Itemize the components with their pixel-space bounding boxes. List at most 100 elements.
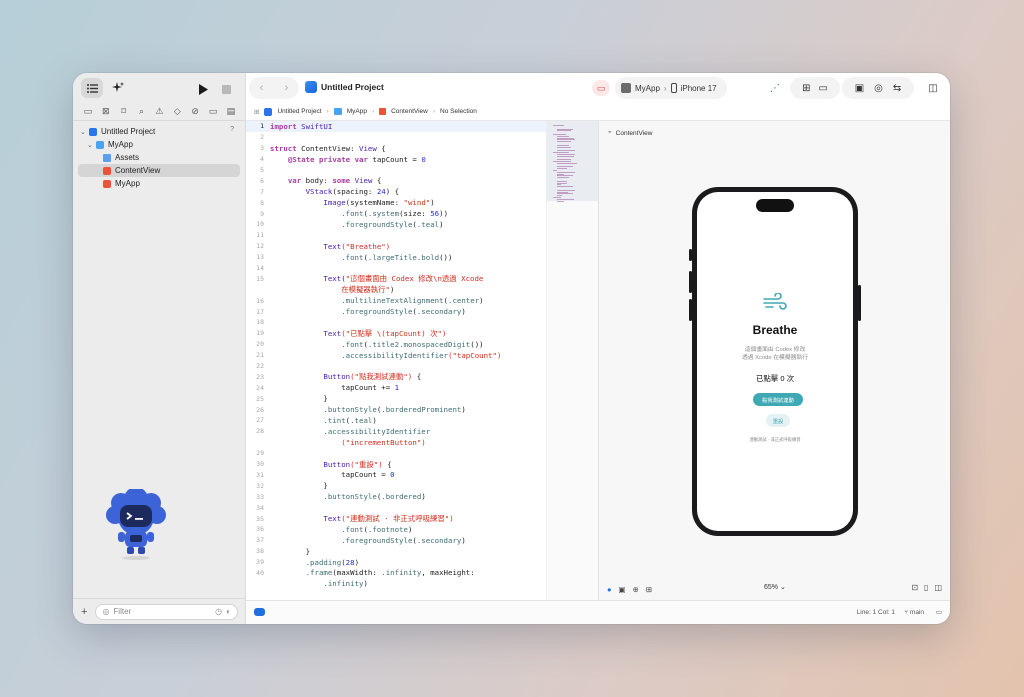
code-line[interactable]: 30 Button("重設") { (246, 459, 546, 470)
code-line[interactable]: 25 } (246, 393, 546, 404)
add-icon[interactable]: + (81, 606, 87, 618)
tree-item-project[interactable]: ⌄ Untitled Project ? (78, 125, 240, 138)
debug-icon[interactable]: ⊘ (189, 106, 201, 118)
zoom-fit-icon[interactable]: ⊡ (911, 583, 918, 592)
code-line[interactable]: 32 } (246, 480, 546, 491)
code-line[interactable]: 6 var body: some View { (246, 175, 546, 186)
tree-item-myapp-folder[interactable]: ⌄ MyApp (78, 138, 240, 151)
inspector-layout-button[interactable]: ▭ (818, 83, 827, 94)
code-line[interactable]: 24 tapCount += 1 (246, 382, 546, 393)
run-button[interactable] (194, 80, 212, 98)
code-line[interactable]: 18 (246, 317, 546, 328)
code-line[interactable]: 29 (246, 448, 546, 459)
graph-button[interactable]: ⋰ (764, 77, 786, 99)
tree-item-contentview[interactable]: ContentView (78, 164, 240, 177)
breakpoint-icon[interactable]: ▭ (207, 106, 219, 118)
tree-item-myapp-file[interactable]: MyApp (78, 177, 240, 190)
code-line[interactable]: 1 import SwiftUI (246, 121, 546, 132)
code-line[interactable]: 31 tapCount = 0 (246, 470, 546, 481)
code-line[interactable]: 19 Text("已點擊 \(tapCount) 次") (246, 328, 546, 339)
code-line[interactable]: 10 .foregroundStyle(.teal) (246, 219, 546, 230)
code-line[interactable]: 36 .font(.footnote) (246, 524, 546, 535)
code-line[interactable]: 34 (246, 502, 546, 513)
code-line[interactable]: 在模擬器執行") (246, 284, 546, 295)
scheme-selector[interactable]: MyApp › iPhone 17 (615, 77, 727, 99)
grid-icon[interactable]: ⊞ (646, 585, 652, 594)
canvas-button[interactable]: ▣ (855, 83, 864, 94)
zoom-level[interactable]: 65% ⌄ (764, 583, 786, 591)
source-editor[interactable]: 1 import SwiftUI 2 3 struct ContentView: Vie… (246, 121, 546, 600)
app-subtitle-line: 透過 Xcode 在模擬器執行 (741, 355, 809, 361)
device-settings-icon[interactable]: ◫ (934, 583, 942, 592)
code-line[interactable]: 3 struct ContentView: View { (246, 143, 546, 154)
back-button[interactable]: ‹ (260, 82, 264, 94)
code-line[interactable]: 26 .buttonStyle(.borderedProminent) (246, 404, 546, 415)
debug-area-toggle-icon[interactable] (254, 608, 265, 616)
jumpbar-item[interactable]: ContentView (391, 108, 428, 115)
forward-button[interactable]: › (285, 82, 289, 94)
code-line[interactable]: 2 (246, 132, 546, 143)
code-line[interactable]: .infinity) (246, 578, 546, 589)
code-line[interactable]: 39 .padding(28) (246, 557, 546, 568)
issue-warning-icon[interactable]: ⚠ (153, 106, 165, 118)
code-line[interactable]: 7 VStack(spacing: 24) { (246, 186, 546, 197)
panel-toggle-icon[interactable]: ▭ (936, 608, 942, 616)
code-line[interactable]: 40 .frame(maxWidth: .infinity, maxHeight… (246, 568, 546, 579)
jumpbar-item[interactable]: No Selection (440, 108, 477, 115)
report-icon[interactable]: ▤ (225, 106, 237, 118)
pin-icon[interactable]: ⌖ (608, 129, 612, 137)
source-control-icon[interactable]: ⊠ (100, 106, 112, 118)
variants-icon[interactable]: ⊕ (633, 585, 639, 594)
code-line[interactable]: 8 Image(systemName: "wind") (246, 197, 546, 208)
jumpbar-item[interactable]: Untitled Project (277, 108, 321, 115)
selectable-icon[interactable]: ▣ (619, 585, 626, 594)
code-line[interactable]: 11 (246, 230, 546, 241)
device-icon[interactable]: ▯ (924, 583, 928, 592)
code-line[interactable]: 12 Text("Breathe") (246, 241, 546, 252)
stop-button[interactable] (217, 80, 235, 98)
code-line[interactable]: 13 .font(.largeTitle.bold()) (246, 252, 546, 263)
code-line[interactable]: 14 (246, 263, 546, 274)
branch-label[interactable]: ⑂ main (904, 609, 924, 616)
chat-bubble-button[interactable]: ▭ (592, 80, 610, 96)
reset-button[interactable]: 重設 (766, 414, 790, 427)
code-line[interactable]: 21 .accessibilityIdentifier("tapCount") (246, 350, 546, 361)
live-preview-icon[interactable]: ● (607, 585, 612, 594)
grid-icon[interactable]: ⊞ (254, 108, 259, 116)
code-line[interactable]: 35 Text("連動測試 · 非正式呼吸練習") (246, 513, 546, 524)
code-line[interactable]: 33 .buttonStyle(.bordered) (246, 491, 546, 502)
code-line[interactable]: 28 .accessibilityIdentifier (246, 426, 546, 437)
code-line[interactable]: 37 .foregroundStyle(.secondary) (246, 535, 546, 546)
recent-files-icon[interactable]: ◷ (215, 607, 222, 616)
increment-button[interactable]: 點我測試連動 (753, 393, 803, 406)
find-icon[interactable]: ⌕ (136, 106, 148, 118)
code-line[interactable]: 4 @State private var tapCount = 0 (246, 154, 546, 165)
code-line[interactable]: ("incrementButton") (246, 437, 546, 448)
chevron-down-icon[interactable]: ⌄ (80, 128, 89, 136)
code-line[interactable]: 17 .foregroundStyle(.secondary) (246, 306, 546, 317)
code-line[interactable]: 5 (246, 165, 546, 176)
code-line[interactable]: 22 (246, 361, 546, 372)
jumpbar-item[interactable]: MyApp (347, 108, 367, 115)
minimap[interactable] (546, 121, 599, 600)
inspector-toggle-button[interactable]: ◫ (922, 77, 944, 99)
code-line[interactable]: 38 } (246, 546, 546, 557)
chevron-down-icon[interactable]: ⌄ (87, 141, 96, 149)
split-editor-icon[interactable]: ◎ (874, 83, 883, 94)
source-control-filter-icon[interactable]: ◐ (226, 607, 231, 616)
filter-field[interactable]: ◎ Filter ◷ ◐ (95, 603, 238, 620)
code-line[interactable]: 15 Text("這個畫面由 Codex 修改\n透過 Xcode (246, 273, 546, 284)
test-diamond-icon[interactable]: ◇ (171, 106, 183, 118)
navigator-toggle-button[interactable] (81, 78, 103, 98)
folder-icon[interactable]: ▭ (82, 106, 94, 118)
swap-icon[interactable]: ⇆ (893, 83, 901, 94)
code-line[interactable]: 20 .font(.title2.monospacedDigit()) (246, 339, 546, 350)
library-add-button[interactable]: ⊞ (802, 83, 810, 94)
ai-sparkle-button[interactable] (107, 78, 129, 98)
code-line[interactable]: 9 .font(.system(size: 56)) (246, 208, 546, 219)
tree-item-assets[interactable]: Assets (78, 151, 240, 164)
code-line[interactable]: 27 .tint(.teal) (246, 415, 546, 426)
code-line[interactable]: 16 .multilineTextAlignment(.center) (246, 295, 546, 306)
code-line[interactable]: 23 Button("點我測試連動") { (246, 371, 546, 382)
bookmark-icon[interactable]: ⌑ (118, 106, 130, 118)
